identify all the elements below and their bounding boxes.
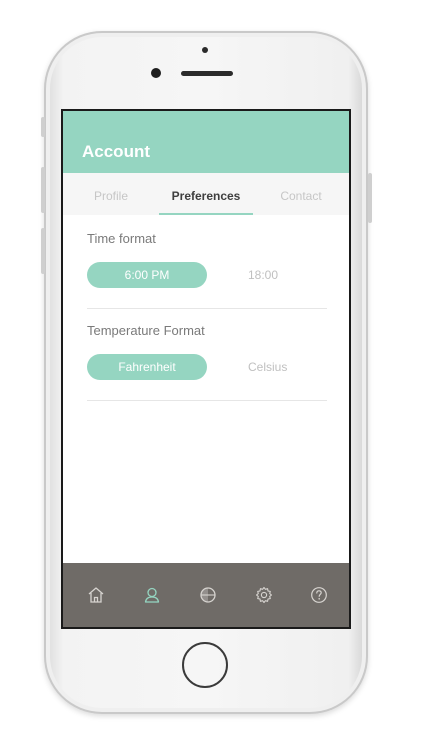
page-title: Account [82,142,150,161]
divider [87,308,327,309]
power-button [368,173,372,223]
active-tab-indicator [159,213,253,215]
fahrenheit-button[interactable]: Fahrenheit [87,354,207,380]
celsius-button[interactable]: Celsius [248,354,287,380]
volume-up-button [41,167,45,213]
tab-bar: Profile Preferences Contact [63,173,349,215]
home-button[interactable] [182,642,228,688]
gear-icon[interactable] [250,581,278,609]
user-icon[interactable] [138,581,166,609]
earpiece-speaker [181,71,233,76]
bottom-navigation [63,563,349,627]
tab-preferences[interactable]: Preferences [159,173,253,215]
proximity-sensor [202,47,208,53]
tab-contact[interactable]: Contact [253,173,349,215]
volume-down-button [41,228,45,274]
phone-screen: Account Profile Preferences Contact Time… [61,109,351,629]
tab-profile[interactable]: Profile [63,173,159,215]
temperature-format-label: Temperature Format [87,323,205,338]
app-view: Account Profile Preferences Contact Time… [63,111,349,627]
divider [87,400,327,401]
mockup-stage: Account Profile Preferences Contact Time… [0,0,422,750]
app-header: Account [63,111,349,173]
time-24h-button[interactable]: 18:00 [248,262,278,288]
help-icon[interactable] [305,581,333,609]
home-icon[interactable] [82,581,110,609]
mute-switch [41,117,45,137]
time-12h-button[interactable]: 6:00 PM [87,262,207,288]
front-camera [151,68,161,78]
toggle-icon[interactable] [194,581,222,609]
time-format-label: Time format [87,231,156,246]
